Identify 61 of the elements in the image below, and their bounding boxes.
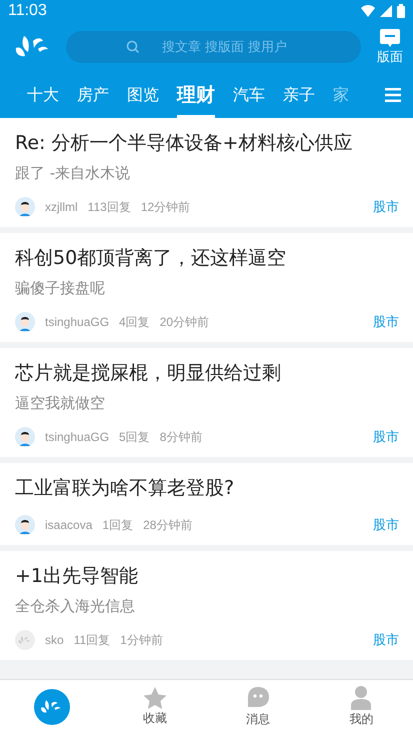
wifi-icon — [361, 5, 375, 17]
avatar-icon — [15, 427, 35, 447]
signal-icon — [380, 5, 392, 17]
author-name: isaacova — [45, 518, 92, 532]
category-tab[interactable]: 亲子 — [283, 72, 315, 118]
logo-icon — [34, 688, 70, 724]
category-tab[interactable]: 汽车 — [233, 72, 265, 118]
reply-count: 4回复 — [119, 314, 150, 330]
nav-item[interactable]: 消息 — [206, 680, 310, 733]
battery-icon — [397, 4, 405, 18]
post-time: 1分钟前 — [120, 632, 163, 648]
reply-count: 11回复 — [74, 632, 110, 648]
post-card[interactable]: 芯片就是搅屎棍，明显供给过剩 逼空我就做空 tsinghuaGG 5回复 8分钟前 股市 — [0, 348, 413, 457]
post-summary: 骗傻子接盘呢 — [15, 279, 106, 298]
post-time: 12分钟前 — [140, 198, 190, 216]
author-name: tsinghuaGG — [45, 315, 110, 329]
board-link[interactable]: 股市 — [373, 198, 399, 216]
post-summary: 全仓杀入海光信息 — [15, 597, 136, 616]
board-link[interactable]: 股市 — [373, 631, 399, 649]
category-tab[interactable]: 图览 — [127, 72, 159, 118]
chat-bubble-icon — [246, 686, 270, 710]
reply-count: 1回复 — [102, 516, 134, 534]
search-icon — [126, 40, 140, 54]
board-link[interactable]: 股市 — [373, 313, 399, 331]
star-icon — [142, 686, 167, 708]
post-card[interactable]: 科创50都顶背离了，还这样逼空 骗傻子接盘呢 tsinghuaGG 4回复 20分钟前 股市 — [0, 233, 413, 342]
avatar-icon — [15, 197, 35, 217]
avatar-icon — [15, 630, 35, 650]
reply-count: 5回复 — [119, 428, 150, 446]
board-link[interactable]: 股市 — [373, 516, 399, 534]
menu-icon[interactable] — [385, 88, 401, 102]
post-summary: 跟了 -来自水木说 — [15, 164, 132, 183]
post-title: +1出先导智能 — [15, 564, 140, 589]
board-icon — [380, 28, 400, 46]
person-icon — [350, 686, 372, 710]
author-name: xzjllml — [45, 200, 78, 214]
status-time: 11:03 — [8, 2, 47, 20]
post-title: 工业富联为啥不算老登股? — [15, 476, 236, 501]
avatar-icon — [15, 312, 35, 332]
post-card[interactable]: 工业富联为啥不算老登股? isaacova 1回复 28分钟前 股市 — [0, 463, 413, 545]
author-name: tsinghuaGG — [45, 430, 110, 444]
author-name: sko — [45, 633, 64, 647]
board-button[interactable]: 版面 — [377, 28, 403, 66]
category-tab[interactable]: 房产 — [77, 72, 109, 118]
post-card[interactable]: Re: 分析一个半导体设备+材料核心供应 跟了 -来自水木说 xzjllml 113回复 12分钟前 股市 — [0, 118, 413, 227]
category-tab[interactable]: 十大 — [27, 72, 59, 118]
post-card[interactable]: +1出先导智能 全仓杀入海光信息 sko 11回复 1分钟前 股市 — [0, 551, 413, 660]
post-title: 芯片就是搅屎棍，明显供给过剩 — [15, 361, 282, 386]
board-link[interactable]: 股市 — [373, 428, 399, 446]
nav-item[interactable]: 我的 — [310, 680, 413, 733]
post-title: 科创50都顶背离了，还这样逼空 — [15, 246, 288, 271]
reply-count: 113回复 — [88, 198, 131, 216]
post-title: Re: 分析一个半导体设备+材料核心供应 — [15, 131, 354, 156]
post-time: 20分钟前 — [160, 314, 210, 330]
nav-item[interactable]: 收藏 — [103, 680, 206, 733]
search-field[interactable]: 搜文章 搜版面 搜用户 — [66, 31, 361, 63]
category-tab[interactable]: 家 — [333, 72, 349, 118]
post-time: 28分钟前 — [143, 516, 192, 534]
avatar-icon — [15, 515, 35, 535]
post-time: 8分钟前 — [160, 428, 202, 446]
post-summary: 逼空我就做空 — [15, 394, 106, 413]
